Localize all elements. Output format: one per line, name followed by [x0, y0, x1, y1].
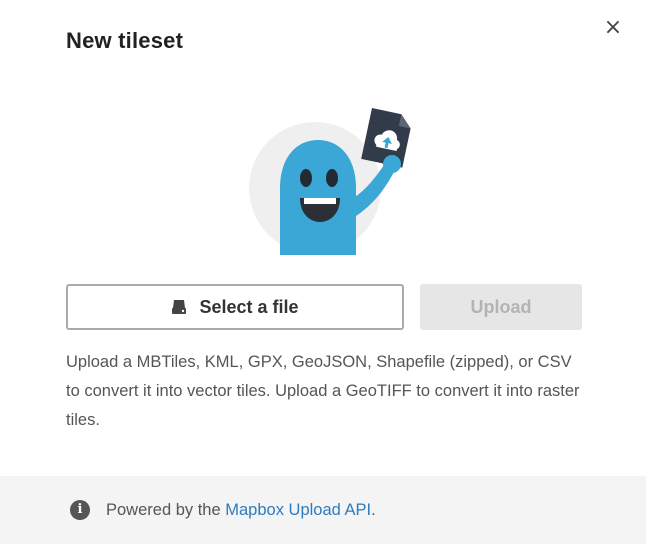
footer-suffix: .	[371, 500, 376, 519]
mascot-eye-left	[300, 169, 312, 187]
mascot-body	[280, 140, 356, 255]
mascot-eye-right	[326, 169, 338, 187]
footer-text: Powered by the Mapbox Upload API.	[106, 501, 376, 520]
upload-description: Upload a MBTiles, KML, GPX, GeoJSON, Sha…	[66, 353, 580, 429]
mascot-teeth	[304, 198, 336, 204]
modal-title: New tileset	[66, 28, 184, 53]
hard-drive-icon	[171, 299, 187, 315]
modal-footer: i Powered by the Mapbox Upload API.	[0, 476, 646, 544]
mascot-hand	[383, 155, 401, 173]
new-tileset-modal: New tileset × Select a file Upload Uploa…	[0, 0, 646, 544]
upload-mascot-illustration	[240, 100, 430, 270]
upload-button[interactable]: Upload	[420, 284, 582, 330]
select-file-label: Select a file	[199, 296, 299, 317]
mapbox-upload-api-link[interactable]: Mapbox Upload API	[225, 501, 371, 519]
select-file-button[interactable]: Select a file	[66, 284, 404, 330]
close-button[interactable]: ×	[598, 14, 628, 42]
info-icon: i	[70, 500, 90, 520]
footer-prefix: Powered by the	[106, 500, 226, 519]
